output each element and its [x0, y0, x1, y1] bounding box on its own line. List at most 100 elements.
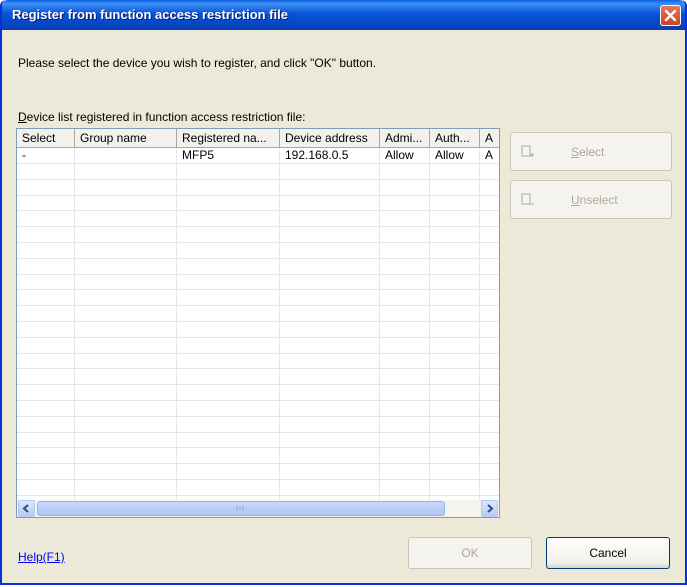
table-cell — [380, 290, 430, 306]
table-row[interactable] — [17, 274, 499, 291]
table-row[interactable] — [17, 337, 499, 354]
table-cell — [75, 211, 177, 227]
unselect-button[interactable]: Unselect — [510, 180, 672, 219]
table-cell — [280, 306, 380, 321]
table-cell — [380, 400, 430, 416]
table-cell — [177, 211, 280, 227]
table-row[interactable] — [17, 479, 499, 496]
table-cell — [177, 337, 280, 353]
select-device-icon — [521, 145, 534, 157]
table-row[interactable] — [17, 242, 499, 259]
table-cell — [430, 163, 480, 179]
table-cell — [480, 417, 499, 432]
select-mnemonic: S — [571, 145, 580, 159]
table-cell — [17, 163, 75, 179]
table-cell — [75, 432, 177, 448]
table-cell — [280, 464, 380, 479]
table-row[interactable] — [17, 353, 499, 370]
table-row[interactable] — [17, 211, 499, 228]
close-button[interactable] — [660, 5, 681, 26]
table-cell — [17, 464, 75, 479]
table-cell — [380, 195, 430, 211]
table-row[interactable] — [17, 432, 499, 449]
table-row[interactable] — [17, 179, 499, 196]
table-cell — [17, 369, 75, 385]
cancel-button[interactable]: Cancel — [546, 537, 670, 569]
table-row[interactable] — [17, 321, 499, 338]
table-row[interactable] — [17, 448, 499, 465]
table-row[interactable] — [17, 369, 499, 386]
table-cell — [480, 227, 499, 242]
table-cell — [75, 337, 177, 353]
scroll-right-button[interactable] — [481, 500, 498, 517]
column-header[interactable]: Auth... — [430, 129, 480, 147]
scroll-left-button[interactable] — [18, 500, 35, 517]
column-header[interactable]: Device address — [280, 129, 380, 147]
table-cell — [380, 306, 430, 321]
table-row[interactable] — [17, 258, 499, 275]
close-icon — [664, 9, 677, 22]
table-cell — [480, 338, 499, 353]
table-row[interactable] — [17, 306, 499, 322]
column-header[interactable]: Select — [17, 129, 75, 147]
table-cell — [75, 369, 177, 385]
scrollbar-thumb[interactable] — [37, 501, 445, 516]
horizontal-scrollbar[interactable] — [17, 500, 499, 517]
table-cell — [280, 211, 380, 227]
table-cell — [280, 258, 380, 274]
column-header[interactable]: A — [480, 129, 499, 147]
table-cell — [280, 369, 380, 385]
help-link[interactable]: Help(F1) — [18, 550, 65, 564]
table-cell — [17, 353, 75, 369]
table-cell — [17, 227, 75, 242]
table-cell — [380, 321, 430, 337]
table-row[interactable] — [17, 227, 499, 243]
table-cell — [75, 148, 177, 163]
table-cell: - — [17, 148, 75, 163]
select-button[interactable]: Select — [510, 132, 672, 171]
table-cell — [280, 274, 380, 290]
table-cell — [480, 195, 499, 210]
table-cell — [480, 385, 499, 400]
list-label-mnemonic: D — [18, 110, 27, 124]
table-row[interactable] — [17, 464, 499, 480]
dialog-window: Register from function access restrictio… — [0, 0, 687, 585]
table-cell — [75, 416, 177, 432]
table-cell — [75, 321, 177, 337]
table-row[interactable] — [17, 416, 499, 433]
table-cell — [480, 322, 499, 337]
select-button-label: Select — [571, 145, 604, 159]
unselect-mnemonic: U — [571, 193, 580, 207]
unselect-button-label: Unselect — [571, 193, 618, 207]
column-header[interactable]: Registered na... — [177, 129, 280, 147]
table-row[interactable]: - MFP5 192.168.0.5 Allow Allow A — [17, 148, 499, 164]
table-cell — [17, 242, 75, 258]
table-row[interactable] — [17, 195, 499, 212]
table-row[interactable] — [17, 290, 499, 307]
table-cell — [177, 448, 280, 464]
table-cell — [430, 211, 480, 227]
table-row[interactable] — [17, 163, 499, 180]
column-header[interactable]: Group name — [75, 129, 177, 147]
table-cell — [75, 479, 177, 495]
table-cell — [380, 211, 430, 227]
table-cell — [480, 401, 499, 416]
table-cell — [430, 242, 480, 258]
title-bar[interactable]: Register from function access restrictio… — [2, 0, 685, 30]
table-cell — [430, 337, 480, 353]
table-cell — [17, 195, 75, 211]
ok-button[interactable]: OK — [408, 537, 532, 569]
table-cell — [480, 464, 499, 479]
table-cell: A — [480, 148, 499, 163]
device-list-table[interactable]: Select Group name Registered na... Device a… — [16, 128, 500, 518]
table-row[interactable] — [17, 385, 499, 401]
table-cell — [480, 432, 499, 447]
table-cell — [75, 274, 177, 290]
column-header[interactable]: Admi... — [380, 129, 430, 147]
table-cell — [17, 290, 75, 306]
table-row[interactable] — [17, 400, 499, 417]
table-cell — [280, 290, 380, 306]
table-cell — [430, 385, 480, 400]
table-cell — [177, 479, 280, 495]
table-cell — [75, 353, 177, 369]
